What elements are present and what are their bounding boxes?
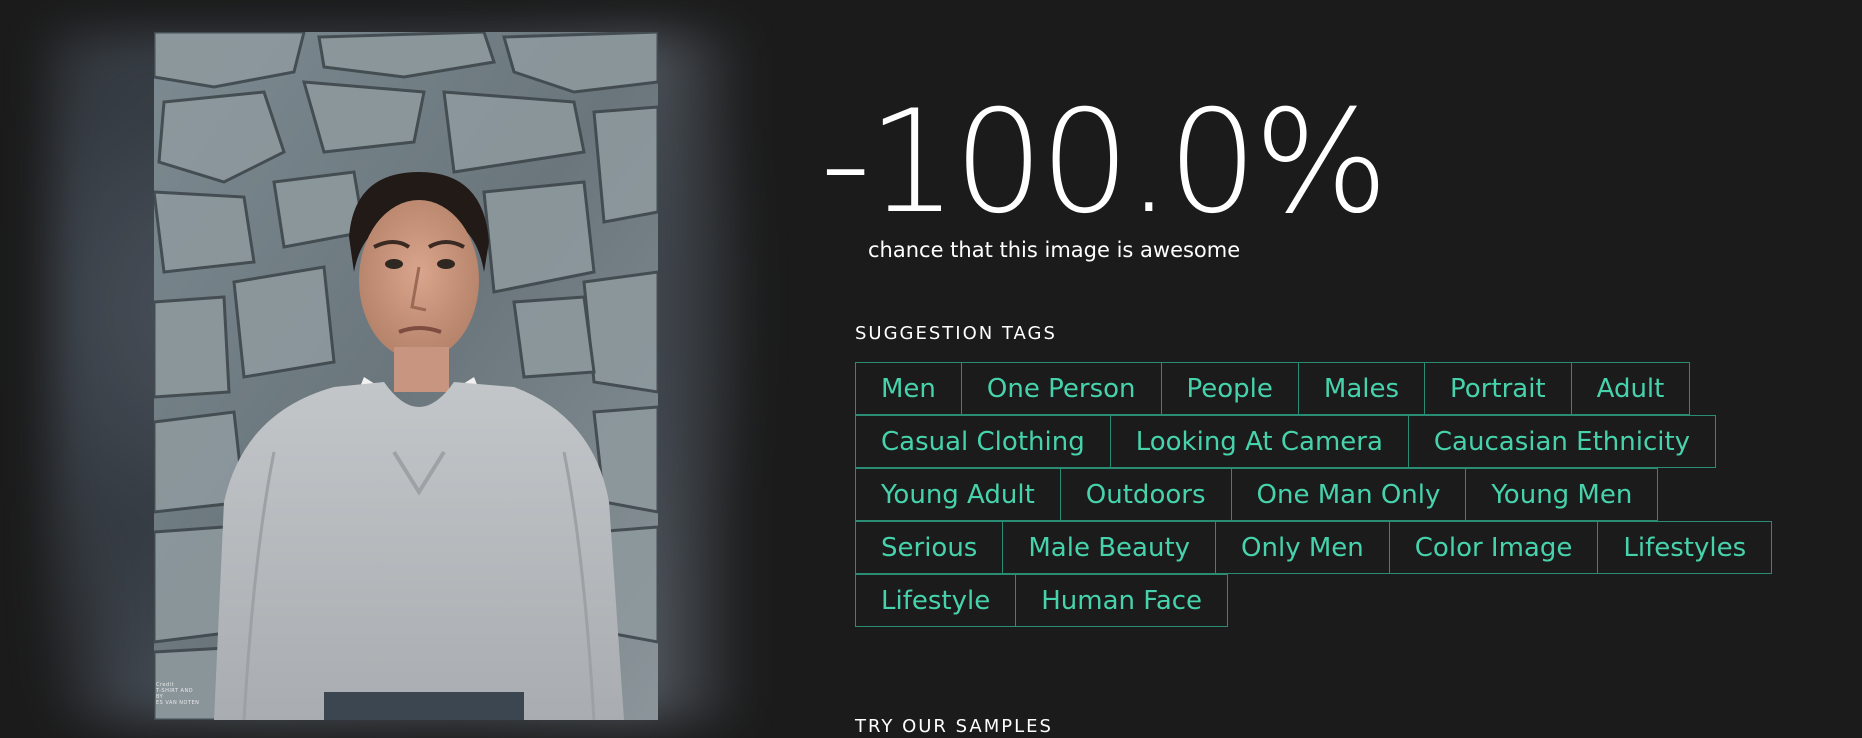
- photo-credit: Credit T-SHIRT AND BY ES VAN NOTEN: [156, 682, 200, 706]
- tag-color-image[interactable]: Color Image: [1388, 521, 1599, 574]
- tag-young-men[interactable]: Young Men: [1465, 468, 1659, 521]
- tag-lifestyles[interactable]: Lifestyles: [1597, 521, 1773, 574]
- tag-people[interactable]: People: [1160, 362, 1299, 415]
- tag-adult[interactable]: Adult: [1570, 362, 1691, 415]
- tag-one-person[interactable]: One Person: [960, 362, 1162, 415]
- tag-row: Lifestyle Human Face: [855, 574, 1815, 628]
- portrait-illustration: [154, 32, 658, 720]
- awesomeness-score: -100.0%: [820, 80, 1389, 245]
- tag-males[interactable]: Males: [1297, 362, 1426, 415]
- tag-outdoors[interactable]: Outdoors: [1059, 468, 1232, 521]
- tag-row: Serious Male Beauty Only Men Color Image…: [855, 521, 1815, 575]
- try-samples-title: TRY OUR SAMPLES: [855, 716, 1053, 737]
- tag-looking-at-camera[interactable]: Looking At Camera: [1109, 415, 1409, 468]
- tag-caucasian-ethnicity[interactable]: Caucasian Ethnicity: [1407, 415, 1717, 468]
- tag-men[interactable]: Men: [855, 362, 962, 415]
- tag-one-man-only[interactable]: One Man Only: [1230, 468, 1467, 521]
- score-caption: chance that this image is awesome: [868, 238, 1241, 262]
- tag-only-men[interactable]: Only Men: [1215, 521, 1390, 574]
- tag-row: Men One Person People Males Portrait Adu…: [855, 362, 1815, 416]
- page: Credit T-SHIRT AND BY ES VAN NOTEN -100.…: [0, 0, 1862, 738]
- tag-casual-clothing[interactable]: Casual Clothing: [855, 415, 1111, 468]
- tag-male-beauty[interactable]: Male Beauty: [1002, 521, 1217, 574]
- tag-young-adult[interactable]: Young Adult: [855, 468, 1061, 521]
- tag-portrait[interactable]: Portrait: [1424, 362, 1572, 415]
- suggestion-tags: Men One Person People Males Portrait Adu…: [855, 362, 1815, 628]
- tag-human-face[interactable]: Human Face: [1015, 574, 1229, 627]
- analyzed-photo: Credit T-SHIRT AND BY ES VAN NOTEN: [154, 32, 658, 720]
- tag-serious[interactable]: Serious: [855, 521, 1004, 574]
- image-panel: Credit T-SHIRT AND BY ES VAN NOTEN: [50, 32, 750, 722]
- tag-lifestyle[interactable]: Lifestyle: [855, 574, 1017, 627]
- tag-row: Young Adult Outdoors One Man Only Young …: [855, 468, 1815, 522]
- suggestion-tags-title: SUGGESTION TAGS: [855, 323, 1057, 344]
- tag-row: Casual Clothing Looking At Camera Caucas…: [855, 415, 1815, 469]
